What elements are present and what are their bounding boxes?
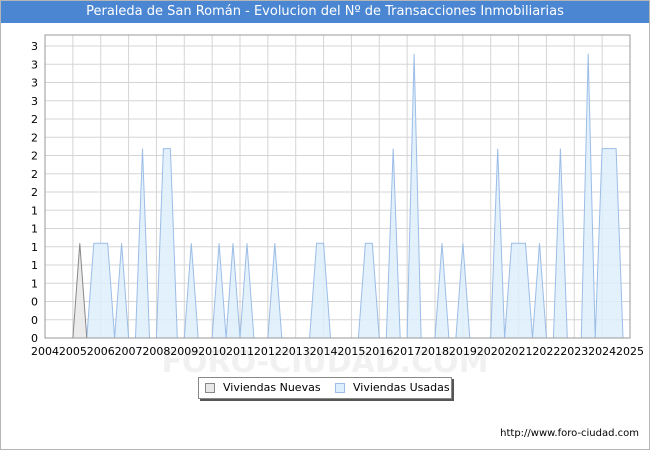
legend-swatch-nuevas	[205, 383, 215, 393]
legend: Viviendas Nuevas Viviendas Usadas	[198, 377, 452, 399]
y-tick-label: 0	[31, 332, 38, 345]
x-tick-label: 2015	[337, 345, 365, 358]
y-tick-label: 1	[31, 259, 38, 272]
x-tick-label: 2013	[282, 345, 310, 358]
y-tick-label: 1	[31, 241, 38, 254]
x-tick-label: 2018	[421, 345, 449, 358]
y-tick-label: 2	[31, 131, 38, 144]
x-tick-label: 2016	[365, 345, 393, 358]
legend-label-nuevas: Viviendas Nuevas	[223, 381, 321, 394]
legend-item-usadas: Viviendas Usadas	[335, 381, 450, 395]
x-tick-label: 2021	[505, 345, 533, 358]
x-tick-label: 2010	[198, 345, 226, 358]
y-tick-label: 2	[31, 113, 38, 126]
y-tick-label: 3	[31, 40, 38, 53]
y-tick-label: 2	[31, 168, 38, 181]
x-tick-label: 2004	[31, 345, 59, 358]
x-tick-label: 2012	[254, 345, 282, 358]
y-tick-label: 0	[31, 296, 38, 309]
y-tick-label: 2	[31, 150, 38, 163]
y-tick-label: 1	[31, 223, 38, 236]
x-tick-label: 2011	[226, 345, 254, 358]
x-tick-label: 2024	[588, 345, 616, 358]
x-tick-label: 2009	[170, 345, 198, 358]
y-tick-label: 0	[31, 314, 38, 327]
x-tick-label: 2007	[115, 345, 143, 358]
x-tick-label: 2019	[449, 345, 477, 358]
y-tick-label: 2	[31, 186, 38, 199]
x-tick-label: 2025	[616, 345, 644, 358]
x-tick-label: 2023	[560, 345, 588, 358]
y-tick-label: 3	[31, 77, 38, 90]
y-tick-label: 3	[31, 95, 38, 108]
legend-label-usadas: Viviendas Usadas	[353, 381, 450, 394]
x-tick-label: 2008	[142, 345, 170, 358]
x-tick-label: 2006	[87, 345, 115, 358]
y-tick-label: 1	[31, 277, 38, 290]
x-tick-label: 2020	[477, 345, 505, 358]
source-link[interactable]: http://www.foro-ciudad.com	[500, 428, 639, 439]
legend-item-nuevas: Viviendas Nuevas	[205, 381, 321, 395]
legend-swatch-usadas	[335, 383, 345, 393]
x-tick-label: 2022	[532, 345, 560, 358]
x-tick-label: 2005	[59, 345, 87, 358]
y-tick-label: 1	[31, 204, 38, 217]
x-tick-label: 2014	[310, 345, 338, 358]
x-tick-label: 2017	[393, 345, 421, 358]
y-tick-label: 3	[31, 58, 38, 71]
